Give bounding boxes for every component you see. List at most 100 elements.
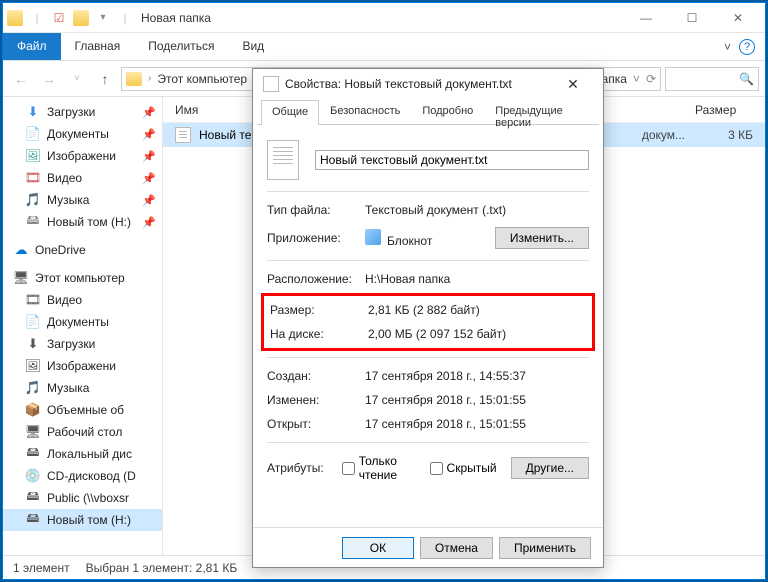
- folder-icon: [7, 10, 23, 26]
- sidebar-item-label: Public (\\vboxsr: [47, 491, 129, 505]
- nav-back-button[interactable]: ←: [9, 67, 33, 91]
- value-size-on-disk: 2,00 МБ (2 097 152 байт): [368, 327, 586, 341]
- sidebar-item[interactable]: 🎵Музыка: [3, 377, 162, 399]
- sidebar-item[interactable]: ⬇Загрузки: [3, 333, 162, 355]
- ribbon: Файл Главная Поделиться Вид ˅ ?: [3, 33, 765, 61]
- close-button[interactable]: ✕: [715, 3, 761, 33]
- maximize-button[interactable]: ☐: [669, 3, 715, 33]
- tab-file[interactable]: Файл: [3, 33, 61, 60]
- pin-icon: 📌: [142, 194, 156, 207]
- sidebar-item[interactable]: 🖥 Рабочий стол: [3, 421, 162, 443]
- sidebar-group-onedrive[interactable]: ☁OneDrive: [3, 239, 162, 261]
- dialog-close-button[interactable]: ✕: [553, 76, 593, 93]
- sidebar-item[interactable]: 🎵Музыка📌: [3, 189, 162, 211]
- value-location: H:\Новая папка: [365, 272, 589, 286]
- sidebar-item-icon: 🎞: [25, 292, 41, 308]
- help-icon[interactable]: ?: [739, 39, 755, 55]
- sidebar-item-icon: 📦: [25, 402, 41, 418]
- advanced-button[interactable]: Другие...: [511, 457, 589, 479]
- sidebar-item[interactable]: 🖴Локальный дис: [3, 443, 162, 465]
- pin-icon: 📌: [142, 172, 156, 185]
- tab-previous-versions[interactable]: Предыдущие версии: [484, 99, 595, 124]
- cancel-button[interactable]: Отмена: [420, 537, 493, 559]
- nav-forward-button[interactable]: →: [37, 67, 61, 91]
- sidebar-item-label: Документы: [47, 127, 109, 141]
- tab-general[interactable]: Общие: [261, 100, 319, 125]
- sidebar-item[interactable]: 🖴Новый том (H:)📌: [3, 211, 162, 233]
- tab-security[interactable]: Безопасность: [319, 99, 411, 124]
- sidebar-item[interactable]: 📄Документы📌: [3, 123, 162, 145]
- value-created: 17 сентября 2018 г., 14:55:37: [365, 369, 589, 383]
- sidebar-item-label: Локальный дис: [47, 447, 132, 461]
- qat-dropdown-icon[interactable]: ▾: [95, 10, 111, 26]
- sidebar-item-icon: 📄: [25, 126, 41, 142]
- sidebar-item[interactable]: 🖼Изображени: [3, 355, 162, 377]
- text-file-icon: [175, 127, 191, 143]
- nav-up-button[interactable]: ↑: [93, 67, 117, 91]
- window-controls: — ☐ ✕: [623, 3, 761, 33]
- sidebar-item[interactable]: 🎞Видео: [3, 289, 162, 311]
- titlebar[interactable]: | ☑ ▾ | Новая папка — ☐ ✕: [3, 3, 765, 33]
- sidebar-item[interactable]: ⬇Загрузки📌: [3, 101, 162, 123]
- sidebar-item[interactable]: 💿CD-дисковод (D: [3, 465, 162, 487]
- sidebar-item[interactable]: 📦 Объемные об: [3, 399, 162, 421]
- label-size-on-disk: На диске:: [270, 327, 368, 341]
- onedrive-icon: ☁: [13, 242, 29, 258]
- qat-divider: |: [29, 10, 45, 26]
- address-dropdown-icon[interactable]: ˅: [633, 72, 640, 86]
- sidebar-item[interactable]: 🎞Видео📌: [3, 167, 162, 189]
- ribbon-expand-icon[interactable]: ˅: [724, 40, 731, 54]
- filename-input[interactable]: [315, 150, 589, 170]
- pin-icon: 📌: [142, 150, 156, 163]
- value-file-type: Текстовый документ (.txt): [365, 203, 589, 217]
- window-title: Новая папка: [141, 11, 211, 25]
- breadcrumb-segment[interactable]: Этот компьютер: [157, 72, 247, 86]
- dialog-title: Свойства: Новый текстовый документ.txt: [285, 77, 512, 91]
- chevron-right-icon[interactable]: ›: [148, 73, 151, 84]
- navigation-pane[interactable]: ⬇Загрузки📌📄Документы📌🖼Изображени📌🎞Видео📌…: [3, 97, 163, 555]
- dialog-titlebar[interactable]: Свойства: Новый текстовый документ.txt ✕: [253, 69, 603, 99]
- nav-history-icon[interactable]: ˅: [65, 67, 89, 91]
- sidebar-item-label: Рабочий стол: [47, 425, 122, 439]
- tab-home[interactable]: Главная: [61, 33, 135, 60]
- sidebar-item-label: Объемные об: [47, 403, 124, 417]
- qat-divider: |: [117, 10, 133, 26]
- apply-button[interactable]: Применить: [499, 537, 591, 559]
- label-accessed: Открыт:: [267, 417, 365, 431]
- search-icon[interactable]: 🔍: [739, 72, 754, 86]
- ok-button[interactable]: ОК: [342, 537, 414, 559]
- tab-view[interactable]: Вид: [228, 33, 278, 60]
- file-type-icon: [267, 140, 299, 180]
- sidebar-item-label: Новый том (H:): [47, 513, 131, 527]
- sidebar-item-label: Музыка: [47, 381, 89, 395]
- sidebar-item[interactable]: 📄Документы: [3, 311, 162, 333]
- tab-details[interactable]: Подробно: [411, 99, 484, 124]
- change-app-button[interactable]: Изменить...: [495, 227, 589, 249]
- pin-icon: 📌: [142, 106, 156, 119]
- label-file-type: Тип файла:: [267, 203, 365, 217]
- sidebar-item-label: Изображени: [47, 149, 116, 163]
- dialog-icon: [263, 76, 279, 92]
- sidebar-item[interactable]: 🖴Public (\\vboxsr: [3, 487, 162, 509]
- properties-dialog[interactable]: Свойства: Новый текстовый документ.txt ✕…: [252, 68, 604, 568]
- column-size[interactable]: Размер: [695, 103, 765, 117]
- sidebar-item-icon: 🖴: [25, 214, 41, 230]
- sidebar-item-label: CD-дисковод (D: [47, 469, 136, 483]
- sidebar-group-thispc[interactable]: 🖥Этот компьютер: [3, 267, 162, 289]
- sidebar-item-label: Загрузки: [47, 105, 95, 119]
- status-item-count: 1 элемент: [13, 561, 70, 575]
- readonly-checkbox[interactable]: Только чтение: [342, 454, 416, 482]
- hidden-checkbox[interactable]: Скрытый: [430, 461, 497, 475]
- sidebar-item-icon: 🖴: [25, 512, 41, 528]
- sidebar-item[interactable]: 🖼Изображени📌: [3, 145, 162, 167]
- sidebar-item-label: Видео: [47, 171, 82, 185]
- sidebar-item-icon: 🖥: [25, 424, 41, 440]
- dialog-buttons: ОК Отмена Применить: [253, 527, 603, 567]
- search-input[interactable]: 🔍: [665, 67, 759, 91]
- sidebar-item[interactable]: 🖴 Новый том (H:): [3, 509, 162, 531]
- qat-properties-icon[interactable]: ☑: [51, 10, 67, 26]
- refresh-icon[interactable]: ⟳: [646, 72, 656, 86]
- sidebar-item-label: Музыка: [47, 193, 89, 207]
- tab-share[interactable]: Поделиться: [134, 33, 228, 60]
- minimize-button[interactable]: —: [623, 3, 669, 33]
